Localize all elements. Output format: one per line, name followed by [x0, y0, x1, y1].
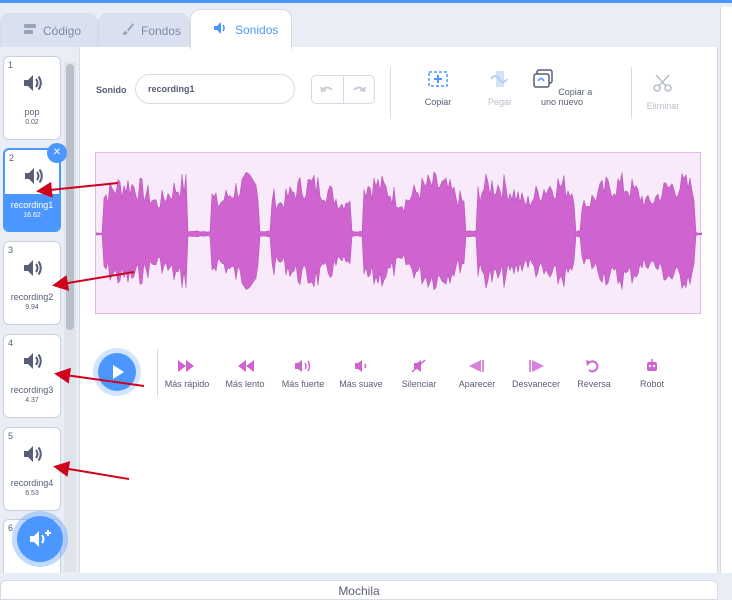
- reverse-icon: [586, 360, 599, 373]
- copy-to-new-label: Copiar a uno nuevo: [540, 87, 593, 107]
- speaker-icon: [24, 75, 42, 91]
- sound-name: recording3: [10, 385, 54, 395]
- effect-label: Aparecer: [458, 379, 496, 389]
- sound-item-5[interactable]: 5 recording4 6.53: [3, 427, 61, 511]
- sound-number: 4: [8, 338, 14, 348]
- effect-fade-out[interactable]: Desvanecer: [508, 359, 564, 389]
- sound-item-4[interactable]: 4 recording3 4.37: [3, 334, 61, 418]
- sound-number: 5: [8, 431, 14, 441]
- sound-duration: 16.62: [23, 212, 41, 219]
- add-sound-icon: [30, 530, 51, 547]
- fade-in-icon: [469, 360, 484, 372]
- speaker-icon: [24, 446, 42, 462]
- undo-icon: [320, 86, 333, 92]
- waveform-shape: [95, 171, 703, 291]
- paste-button[interactable]: Pegar: [478, 69, 522, 107]
- sound-editor: Sonido Copiar Pegar Copiar a uno nuevo E…: [80, 47, 718, 573]
- delete-sound-button[interactable]: ✕: [47, 143, 67, 163]
- effect-softer[interactable]: Más suave: [336, 359, 386, 389]
- add-sound-button[interactable]: [17, 516, 63, 562]
- effect-label: Silenciar: [401, 379, 437, 389]
- copy-to-new-button[interactable]: Copiar a uno nuevo: [530, 69, 594, 107]
- paste-label: Pegar: [487, 97, 513, 107]
- effect-mute[interactable]: Silenciar: [396, 359, 442, 389]
- sound-name: recording4: [10, 478, 54, 488]
- effect-robot[interactable]: Robot: [632, 359, 672, 389]
- code-icon: [23, 23, 37, 38]
- fade-out-icon: [529, 360, 544, 372]
- effect-label: Más suave: [339, 379, 383, 389]
- toolbar-divider: [390, 67, 391, 119]
- tab-sounds-label: Sonidos: [235, 22, 279, 37]
- mute-icon: [411, 359, 426, 373]
- undo-button[interactable]: [312, 76, 344, 103]
- effect-label: Reversa: [577, 379, 611, 389]
- tab-backdrops[interactable]: Fondos: [98, 13, 190, 47]
- speaker-icon: [25, 168, 43, 184]
- copy-icon: [428, 71, 448, 87]
- effect-faster[interactable]: Más rápido: [160, 359, 214, 389]
- effects-divider: [157, 349, 158, 397]
- waveform-display[interactable]: [95, 152, 703, 314]
- paste-icon: [490, 71, 508, 87]
- effect-fade-in[interactable]: Aparecer: [454, 359, 500, 389]
- toolbar-divider: [631, 67, 632, 119]
- softer-icon: [355, 360, 367, 372]
- copy-button[interactable]: Copiar: [416, 69, 460, 107]
- speaker-icon: [24, 260, 42, 276]
- play-icon: [113, 365, 124, 379]
- redo-icon: [353, 86, 366, 92]
- effect-label: Desvanecer: [511, 379, 561, 389]
- top-accent-bar: [0, 0, 732, 3]
- sound-number: 3: [8, 245, 14, 255]
- sound-icon: [213, 21, 229, 38]
- delete-label: Eliminar: [646, 101, 680, 111]
- sound-item-1[interactable]: 1 pop 0.02: [3, 56, 61, 140]
- effect-louder[interactable]: Más fuerte: [277, 359, 329, 389]
- sound-name: recording2: [10, 292, 54, 302]
- faster-icon: [178, 360, 194, 372]
- effect-slower[interactable]: Más lento: [221, 359, 269, 389]
- delete-button[interactable]: Eliminar: [641, 73, 685, 111]
- copy-to-new-icon: [532, 69, 553, 88]
- redo-button[interactable]: [344, 76, 375, 103]
- scrollbar-thumb[interactable]: [66, 64, 74, 330]
- brush-icon: [121, 22, 135, 39]
- effect-label: Más rápido: [164, 379, 210, 389]
- backpack-bar[interactable]: Mochila: [0, 580, 718, 600]
- speaker-icon: [24, 353, 42, 369]
- sound-number: 2: [9, 153, 15, 163]
- copy-label: Copiar: [424, 97, 452, 107]
- sound-number: 6: [8, 523, 14, 533]
- effect-label: Robot: [639, 379, 665, 389]
- sound-duration: 9.94: [25, 304, 39, 311]
- sound-duration: 4.37: [25, 397, 39, 404]
- slower-icon: [238, 360, 254, 372]
- sound-item-3[interactable]: 3 recording2 9.94: [3, 241, 61, 325]
- waveform: [95, 171, 703, 291]
- effect-label: Más fuerte: [281, 379, 325, 389]
- tab-sounds[interactable]: Sonidos: [190, 9, 292, 49]
- sound-name-input[interactable]: [135, 74, 295, 104]
- tab-backdrops-label: Fondos: [141, 23, 182, 38]
- right-panel-edge: [720, 7, 732, 573]
- tab-code[interactable]: Código: [0, 13, 98, 47]
- effect-reverse[interactable]: Reversa: [572, 359, 616, 389]
- robot-icon: [647, 359, 657, 371]
- play-button[interactable]: [98, 353, 136, 391]
- sound-name: recording1: [10, 200, 54, 210]
- effect-label: Más lento: [225, 379, 265, 389]
- sound-name-label: Sonido: [96, 85, 127, 95]
- undo-redo-group: [311, 75, 375, 104]
- sound-duration: 0.02: [25, 119, 39, 126]
- scissors-icon: [653, 74, 672, 92]
- sound-number: 1: [8, 60, 14, 70]
- tab-code-label: Código: [43, 23, 82, 38]
- sound-name: pop: [24, 107, 40, 117]
- louder-icon: [295, 360, 311, 372]
- sound-duration: 6.53: [25, 490, 39, 497]
